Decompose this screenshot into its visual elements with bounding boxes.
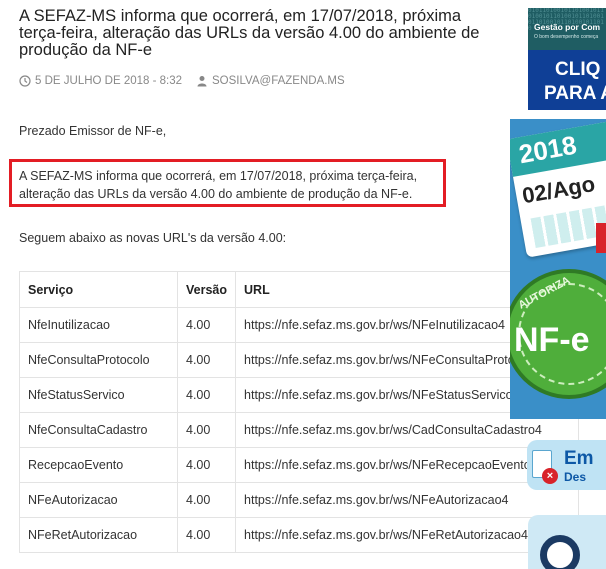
services-table: Serviço Versão URL NfeInutilizacao 4.00 … [19,271,579,553]
calendar-graphic: 2018 02/Ago [510,120,606,258]
calendar-date: 02/Ago [520,170,597,209]
nfe-date-banner[interactable]: 2018 02/Ago AUTORIZA NF-e [510,119,606,419]
service-cell: NFeAutorizacao [19,482,178,518]
service-cell: NfeInutilizacao [19,307,178,343]
post-meta: 5 DE JULHO DE 2018 - 8:32 SOSILVA@FAZEND… [19,75,345,87]
urls-intro: Seguem abaixo as novas URL's da versão 4… [19,231,287,245]
table-row: NfeConsultaProtocolo 4.00 https://nfe.se… [19,342,579,378]
version-cell: 4.00 [176,482,237,518]
header-versao: Versão [176,271,237,308]
table-row: NfeInutilizacao 4.00 https://nfe.sefaz.m… [19,307,579,343]
service-cell: NFeRetAutorizacao [19,517,178,553]
gestao-banner-cta-line2: PARA A [544,83,606,104]
cancel-badge-icon: × [542,468,558,484]
desc-banner[interactable]: × Em Des [527,440,606,490]
user-icon [197,76,207,87]
version-cell: 4.00 [176,342,237,378]
version-cell: 4.00 [176,307,237,343]
gestao-banner-cta-line1: CLIQ [555,59,601,80]
table-header-row: Serviço Versão URL [19,271,579,308]
table-row: NFeRetAutorizacao 4.00 https://nfe.sefaz… [19,517,579,553]
service-cell: NfeStatusServico [19,377,178,413]
gestao-banner-title: Gestão por Com [534,22,601,32]
table-row: NFeAutorizacao 4.00 https://nfe.sefaz.ms… [19,482,579,518]
service-cell: NfeConsultaProtocolo [19,342,178,378]
service-cell: NfeConsultaCadastro [19,412,178,448]
article-title: A SEFAZ-MS informa que ocorrerá, em 17/0… [19,7,480,59]
post-author[interactable]: SOSILVA@FAZENDA.MS [212,75,345,87]
desc-banner-line2: Des [564,470,587,484]
version-cell: 4.00 [176,517,237,553]
bottom-banner[interactable] [528,515,606,569]
table-row: NfeStatusServico 4.00 https://nfe.sefaz.… [19,377,579,413]
highlight-text: A SEFAZ-MS informa que ocorrerá, em 17/0… [19,169,418,201]
version-cell: 4.00 [176,447,237,483]
nfe-stamp-icon: AUTORIZA NF-e [510,269,606,399]
stamp-main-text: NF-e [514,321,590,359]
version-cell: 4.00 [176,377,237,413]
greeting-text: Prezado Emissor de NF-e, [19,124,167,138]
desc-banner-line1: Em [564,448,594,469]
gestao-banner[interactable]: 0101101001011010010110100101101001011010… [528,8,606,110]
table-row: RecepcaoEvento 4.00 https://nfe.sefaz.ms… [19,447,579,483]
table-row: NfeConsultaCadastro 4.00 https://nfe.sef… [19,412,579,448]
header-servico: Serviço [19,271,178,308]
version-cell: 4.00 [176,412,237,448]
url-cell: https://nfe.sefaz.ms.gov.br/ws/NFeAutori… [235,482,579,518]
circle-logo-icon [540,535,580,569]
post-date: 5 DE JULHO DE 2018 - 8:32 [35,75,183,87]
service-cell: RecepcaoEvento [19,447,178,483]
gestao-banner-subtitle: O bom desempenho começa [534,34,599,40]
clock-icon [19,75,31,87]
